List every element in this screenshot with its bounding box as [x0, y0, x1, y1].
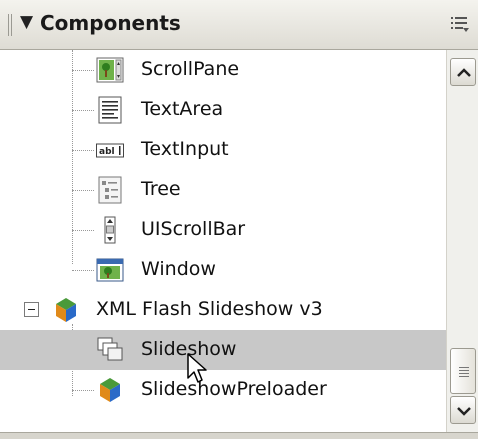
- tree-item-window[interactable]: Window: [0, 250, 446, 290]
- tree-item-xml-flash-slideshow[interactable]: XML Flash Slideshow v3: [0, 290, 446, 330]
- panel-footer: [0, 432, 478, 439]
- tree-item-tree[interactable]: Tree: [0, 170, 446, 210]
- tree-item-label: TextArea: [141, 98, 224, 120]
- component-package-icon: [100, 378, 120, 402]
- tree-item-textarea[interactable]: TextArea: [0, 90, 446, 130]
- tree-item-label: SlideshowPreloader: [141, 378, 327, 400]
- mouse-pointer-icon: [187, 353, 207, 383]
- tree-item-slideshow[interactable]: Slideshow: [0, 330, 446, 370]
- tree-icon: [98, 176, 122, 204]
- chevron-up-icon: [457, 68, 471, 77]
- textinput-icon: abl: [96, 143, 124, 158]
- grip-lines-icon: [459, 367, 469, 377]
- svg-text:abl: abl: [99, 147, 115, 157]
- tree-item-label: UIScrollBar: [141, 218, 246, 240]
- tree-item-textinput[interactable]: abl TextInput: [0, 130, 446, 170]
- scroll-thumb[interactable]: [450, 348, 476, 394]
- tree-item-label: XML Flash Slideshow v3: [96, 298, 323, 320]
- chevron-down-icon: [457, 407, 471, 416]
- tree-item-uiscrollbar[interactable]: UIScrollBar: [0, 210, 446, 250]
- vertical-scrollbar[interactable]: [446, 50, 478, 439]
- grip-handle-icon[interactable]: [8, 14, 14, 36]
- tree-item-label: Tree: [141, 178, 181, 200]
- tree-item-label: TextInput: [141, 138, 229, 160]
- panel-title: Components: [40, 11, 181, 35]
- components-panel: ▼ Components ScrollPane TextArea abl Tex…: [0, 0, 478, 439]
- tree-item-label: Window: [141, 258, 216, 280]
- triangle-down-icon[interactable]: ▼: [20, 12, 33, 32]
- scrollpane-icon: [96, 57, 124, 83]
- panel-options-icon[interactable]: [450, 14, 470, 34]
- movieclip-stack-icon: [97, 337, 123, 361]
- textarea-icon: [98, 96, 122, 124]
- window-icon: [96, 258, 124, 282]
- collapse-toggle-icon[interactable]: [24, 302, 39, 317]
- tree-item-slideshowpreloader[interactable]: SlideshowPreloader: [0, 370, 446, 410]
- scroll-up-button[interactable]: [450, 58, 476, 86]
- component-package-icon: [56, 298, 76, 322]
- scroll-down-button[interactable]: [450, 396, 476, 424]
- scrollbar-icon: [104, 216, 116, 244]
- panel-header[interactable]: ▼ Components: [0, 0, 478, 50]
- component-tree: ScrollPane TextArea abl TextInput Tree U…: [0, 50, 446, 439]
- tree-item-label: ScrollPane: [141, 58, 240, 80]
- tree-item-scrollpane[interactable]: ScrollPane: [0, 50, 446, 90]
